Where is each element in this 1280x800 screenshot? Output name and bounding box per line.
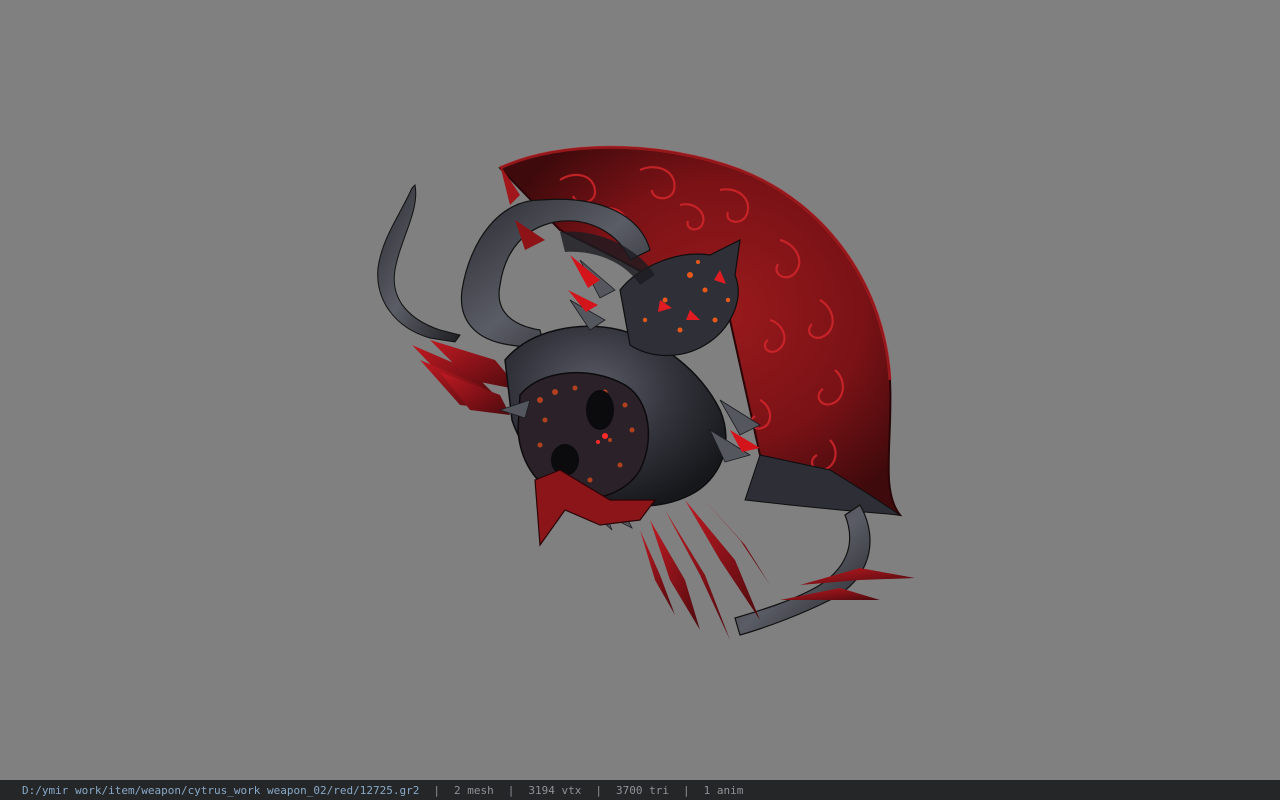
model-viewport[interactable] [0, 0, 1280, 780]
demon-shield-model-icon [377, 145, 915, 640]
vertex-count: 3194 vtx [528, 783, 582, 797]
separator: | [595, 783, 602, 797]
separator: | [433, 783, 440, 797]
triangle-count: 3700 tri [615, 783, 669, 797]
separator: | [682, 783, 690, 797]
anim-count: 1 anim [703, 783, 744, 797]
mesh-count: 2 mesh [453, 783, 494, 797]
status-bar: D:/ymir work/item/weapon/cytrus_work wea… [0, 780, 1280, 800]
separator: | [507, 783, 515, 797]
file-path: D:/ymir work/item/weapon/cytrus_work wea… [22, 783, 420, 797]
